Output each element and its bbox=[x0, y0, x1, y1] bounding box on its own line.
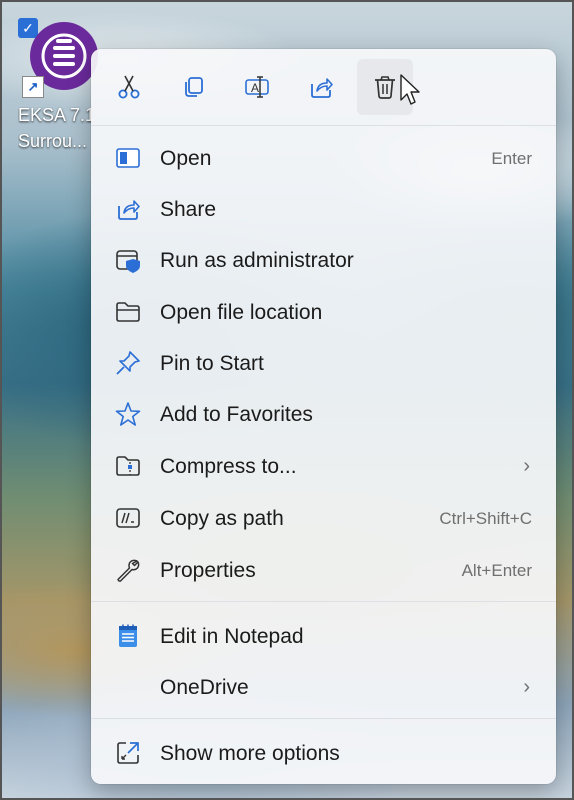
scissors-icon bbox=[118, 75, 140, 99]
wrench-icon bbox=[115, 557, 141, 583]
menu-item-label: Show more options bbox=[160, 742, 340, 765]
desktop-shortcut-eksa[interactable]: ✓ ↗ EKSA 7.1 Surrou... bbox=[18, 18, 98, 158]
menu-item-label: Properties bbox=[160, 559, 256, 582]
menu-item-label: Edit in Notepad bbox=[160, 625, 304, 648]
quick-actions-bar: A bbox=[91, 49, 556, 125]
share-icon bbox=[115, 196, 141, 222]
copy-icon bbox=[185, 77, 203, 97]
menu-item-label: Open bbox=[160, 147, 212, 170]
menu-item-open-file-location[interactable]: Open file location bbox=[99, 289, 548, 335]
menu-item-label: Add to Favorites bbox=[160, 403, 313, 426]
rename-button[interactable]: A bbox=[229, 59, 285, 115]
open-window-icon bbox=[115, 145, 141, 171]
menu-item-label: OneDrive bbox=[160, 676, 249, 699]
share-quick-button[interactable] bbox=[293, 59, 349, 115]
copy-button[interactable] bbox=[165, 59, 221, 115]
context-menu: A Open Enter Share Run as administrator … bbox=[91, 49, 556, 784]
menu-item-label: Run as administrator bbox=[160, 249, 354, 272]
pin-icon bbox=[115, 350, 141, 376]
menu-item-label: Open file location bbox=[160, 301, 323, 324]
chevron-right-icon: › bbox=[523, 676, 530, 698]
menu-item-pin-to-start[interactable]: Pin to Start bbox=[99, 340, 548, 386]
menu-item-onedrive[interactable]: OneDrive › bbox=[99, 664, 548, 710]
chevron-right-icon: › bbox=[523, 455, 530, 477]
mouse-cursor-icon bbox=[400, 74, 420, 105]
menu-item-open[interactable]: Open Enter bbox=[99, 135, 548, 181]
menu-item-shortcut: Ctrl+Shift+C bbox=[439, 509, 532, 528]
menu-item-compress-to[interactable]: Compress to... › bbox=[99, 443, 548, 489]
cut-button[interactable] bbox=[101, 59, 157, 115]
path-icon bbox=[115, 505, 141, 531]
menu-item-properties[interactable]: Properties Alt+Enter bbox=[99, 547, 548, 593]
menu-item-shortcut: Enter bbox=[491, 149, 532, 168]
selection-checkbox[interactable]: ✓ bbox=[18, 18, 38, 38]
svg-text:A: A bbox=[251, 81, 259, 95]
star-icon bbox=[115, 401, 141, 427]
menu-item-show-more-options[interactable]: Show more options bbox=[99, 730, 548, 776]
menu-divider bbox=[91, 718, 556, 719]
menu-divider bbox=[91, 601, 556, 602]
menu-item-run-as-administrator[interactable]: Run as administrator bbox=[99, 237, 548, 283]
notepad-icon bbox=[115, 623, 141, 649]
menu-item-label: Pin to Start bbox=[160, 352, 264, 375]
menu-item-add-to-favorites[interactable]: Add to Favorites bbox=[99, 391, 548, 437]
menu-item-edit-in-notepad[interactable]: Edit in Notepad bbox=[99, 613, 548, 659]
share-icon bbox=[311, 78, 333, 98]
menu-item-copy-as-path[interactable]: Copy as path Ctrl+Shift+C bbox=[99, 495, 548, 541]
menu-item-shortcut: Alt+Enter bbox=[461, 561, 532, 580]
shortcut-arrow-icon: ↗ bbox=[22, 76, 44, 98]
menu-item-label: Copy as path bbox=[160, 507, 284, 530]
rename-icon: A bbox=[245, 76, 269, 98]
menu-item-share[interactable]: Share bbox=[99, 186, 548, 232]
admin-shield-icon bbox=[115, 247, 141, 273]
zip-folder-icon bbox=[115, 453, 141, 479]
menu-divider bbox=[91, 125, 556, 126]
trash-icon bbox=[375, 76, 395, 99]
expand-icon bbox=[115, 740, 141, 766]
folder-icon bbox=[115, 299, 141, 325]
menu-item-label: Share bbox=[160, 198, 217, 221]
menu-item-label: Compress to... bbox=[160, 455, 297, 478]
